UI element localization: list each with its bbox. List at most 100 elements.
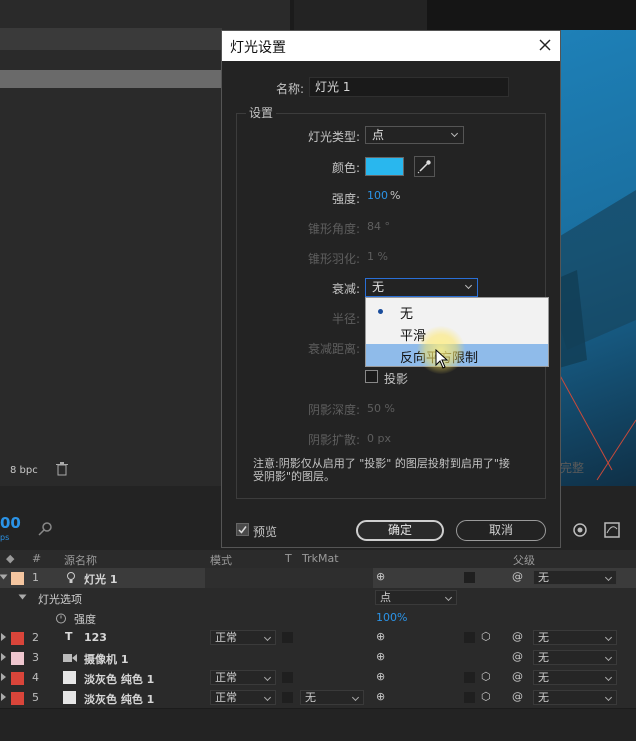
switch-box[interactable] <box>464 692 475 703</box>
search-icon[interactable] <box>38 522 52 536</box>
project-item-selected[interactable] <box>0 70 222 88</box>
motion-blur-icon[interactable] <box>572 522 588 538</box>
current-time-display[interactable]: 00 <box>0 514 21 532</box>
switch-box[interactable] <box>282 632 293 643</box>
cast-shadows-label[interactable]: 投影 <box>384 370 408 387</box>
light-type-label: 灯光类型: <box>307 130 360 144</box>
expand-icon[interactable] <box>1 633 6 641</box>
mode-dropdown[interactable]: 正常 <box>210 630 276 645</box>
parent-dropdown[interactable]: 无 <box>533 630 617 645</box>
graph-editor-icon[interactable] <box>603 521 621 539</box>
light-type-dropdown[interactable]: 点 <box>375 590 457 605</box>
resolution-label[interactable]: 完整 <box>560 459 636 481</box>
3d-layer-icon[interactable]: ⬡ <box>481 630 491 643</box>
layer-row[interactable]: 3 摄像机 1 ⊕ @ 无 <box>0 648 636 669</box>
light-options-row[interactable]: 灯光选项 点 <box>0 588 636 609</box>
shy-switch-icon[interactable]: ⊕ <box>376 650 385 663</box>
name-label: 名称: <box>275 82 304 96</box>
intensity-value[interactable]: 100 <box>367 189 388 202</box>
expand-icon[interactable] <box>1 673 6 681</box>
layer-number: 3 <box>32 651 39 664</box>
label-color[interactable] <box>11 572 24 585</box>
trash-icon[interactable] <box>56 462 68 476</box>
header-trkmat[interactable]: TrkMat <box>302 552 339 565</box>
layer-name[interactable]: 123 <box>84 631 107 644</box>
expand-icon[interactable] <box>0 574 8 580</box>
shadow-diffusion-value: 0 px <box>367 432 391 445</box>
layer-row[interactable]: 5 淡灰色 纯色 1 正常 无 ⊕ ⬡ @ 无 <box>0 688 636 709</box>
3d-layer-icon[interactable]: ⬡ <box>481 670 491 683</box>
ok-button[interactable]: 确定 <box>356 520 444 541</box>
selected-dot-icon <box>378 309 383 314</box>
parent-dropdown[interactable]: 无 <box>533 570 617 585</box>
bit-depth-label[interactable]: 8 bpc <box>10 465 38 476</box>
layer-number: 5 <box>32 691 39 704</box>
shadow-note: 注意:阴影仅从启用了 "投影" 的图层投射到启用了"接受阴影"的图层。 <box>253 457 510 483</box>
label-color[interactable] <box>11 672 24 685</box>
close-icon[interactable] <box>538 38 552 52</box>
expand-icon[interactable] <box>1 653 6 661</box>
dialog-titlebar[interactable]: 灯光设置 <box>222 31 560 61</box>
layer-row[interactable]: 1 灯光 1 ⊕ @ 无 <box>0 568 636 589</box>
shadow-darkness-label: 阴影深度: <box>307 403 360 417</box>
cone-feather-value: 1 % <box>367 250 388 263</box>
header-parent[interactable]: 父级 <box>513 552 535 568</box>
switch-box[interactable] <box>464 572 475 583</box>
layer-name[interactable]: 淡灰色 纯色 1 <box>84 671 154 687</box>
mode-dropdown[interactable]: 正常 <box>210 670 276 685</box>
intensity-row[interactable]: 强度 100% <box>0 608 636 629</box>
switch-box[interactable] <box>464 632 475 643</box>
parent-pick-whip-icon[interactable]: @ <box>512 650 523 663</box>
switch-box[interactable] <box>282 692 293 703</box>
falloff-option-none[interactable]: 无 <box>366 300 548 322</box>
parent-dropdown[interactable]: 无 <box>533 670 617 685</box>
layer-row[interactable]: 4 淡灰色 纯色 1 正常 ⊕ ⬡ @ 无 <box>0 668 636 689</box>
header-mode[interactable]: 模式 <box>210 552 232 568</box>
color-swatch[interactable] <box>365 157 404 176</box>
parent-dropdown[interactable]: 无 <box>533 690 617 705</box>
shy-switch-icon[interactable]: ⊕ <box>376 630 385 643</box>
expand-icon[interactable] <box>18 594 27 600</box>
layer-name[interactable]: 淡灰色 纯色 1 <box>84 691 154 707</box>
switch-box[interactable] <box>464 672 475 683</box>
layer-row[interactable]: 2 T 123 正常 ⊕ ⬡ @ 无 <box>0 628 636 649</box>
parent-pick-whip-icon[interactable]: @ <box>512 630 523 643</box>
falloff-distance-label: 衰减距离: <box>307 342 360 356</box>
stopwatch-icon[interactable] <box>55 612 67 624</box>
parent-pick-whip-icon[interactable]: @ <box>512 670 523 683</box>
intensity-value[interactable]: 100% <box>376 611 407 624</box>
label-color[interactable] <box>11 652 24 665</box>
preview-checkbox[interactable] <box>236 523 249 536</box>
label-color[interactable] <box>11 692 24 705</box>
falloff-dropdown[interactable]: 无 <box>365 278 478 297</box>
parent-pick-whip-icon[interactable]: @ <box>512 570 523 583</box>
eyedropper-icon[interactable] <box>414 156 435 177</box>
expand-icon[interactable] <box>1 693 6 701</box>
layer-number: 4 <box>32 671 39 684</box>
mode-dropdown[interactable]: 正常 <box>210 690 276 705</box>
shy-switch-icon[interactable]: ⊕ <box>376 690 385 703</box>
light-type-dropdown[interactable]: 点 <box>365 126 464 144</box>
switch-box[interactable] <box>282 672 293 683</box>
color-label: 颜色: <box>331 161 360 175</box>
layer-name[interactable]: 灯光 1 <box>84 571 117 587</box>
header-source-name[interactable]: 源名称 <box>64 552 97 568</box>
shy-switch-icon[interactable]: ⊕ <box>376 670 385 683</box>
light-icon <box>66 572 76 584</box>
cast-shadows-checkbox[interactable] <box>365 370 378 383</box>
trkmat-dropdown[interactable]: 无 <box>300 690 364 705</box>
preview-label[interactable]: 预览 <box>253 523 277 540</box>
option-label: 无 <box>400 307 414 322</box>
header-num: # <box>32 552 42 565</box>
cancel-button[interactable]: 取消 <box>456 520 546 541</box>
layer-number: 1 <box>32 571 39 584</box>
parent-pick-whip-icon[interactable]: @ <box>512 690 523 703</box>
layer-name[interactable]: 摄像机 1 <box>84 651 128 667</box>
label-color[interactable] <box>11 632 24 645</box>
intensity-unit: % <box>390 189 401 202</box>
shy-switch-icon[interactable]: ⊕ <box>376 570 385 583</box>
3d-layer-icon[interactable]: ⬡ <box>481 690 491 703</box>
frame-rate-label: ps <box>0 533 10 542</box>
parent-dropdown[interactable]: 无 <box>533 650 617 665</box>
name-field[interactable]: 灯光 1 <box>309 77 509 97</box>
